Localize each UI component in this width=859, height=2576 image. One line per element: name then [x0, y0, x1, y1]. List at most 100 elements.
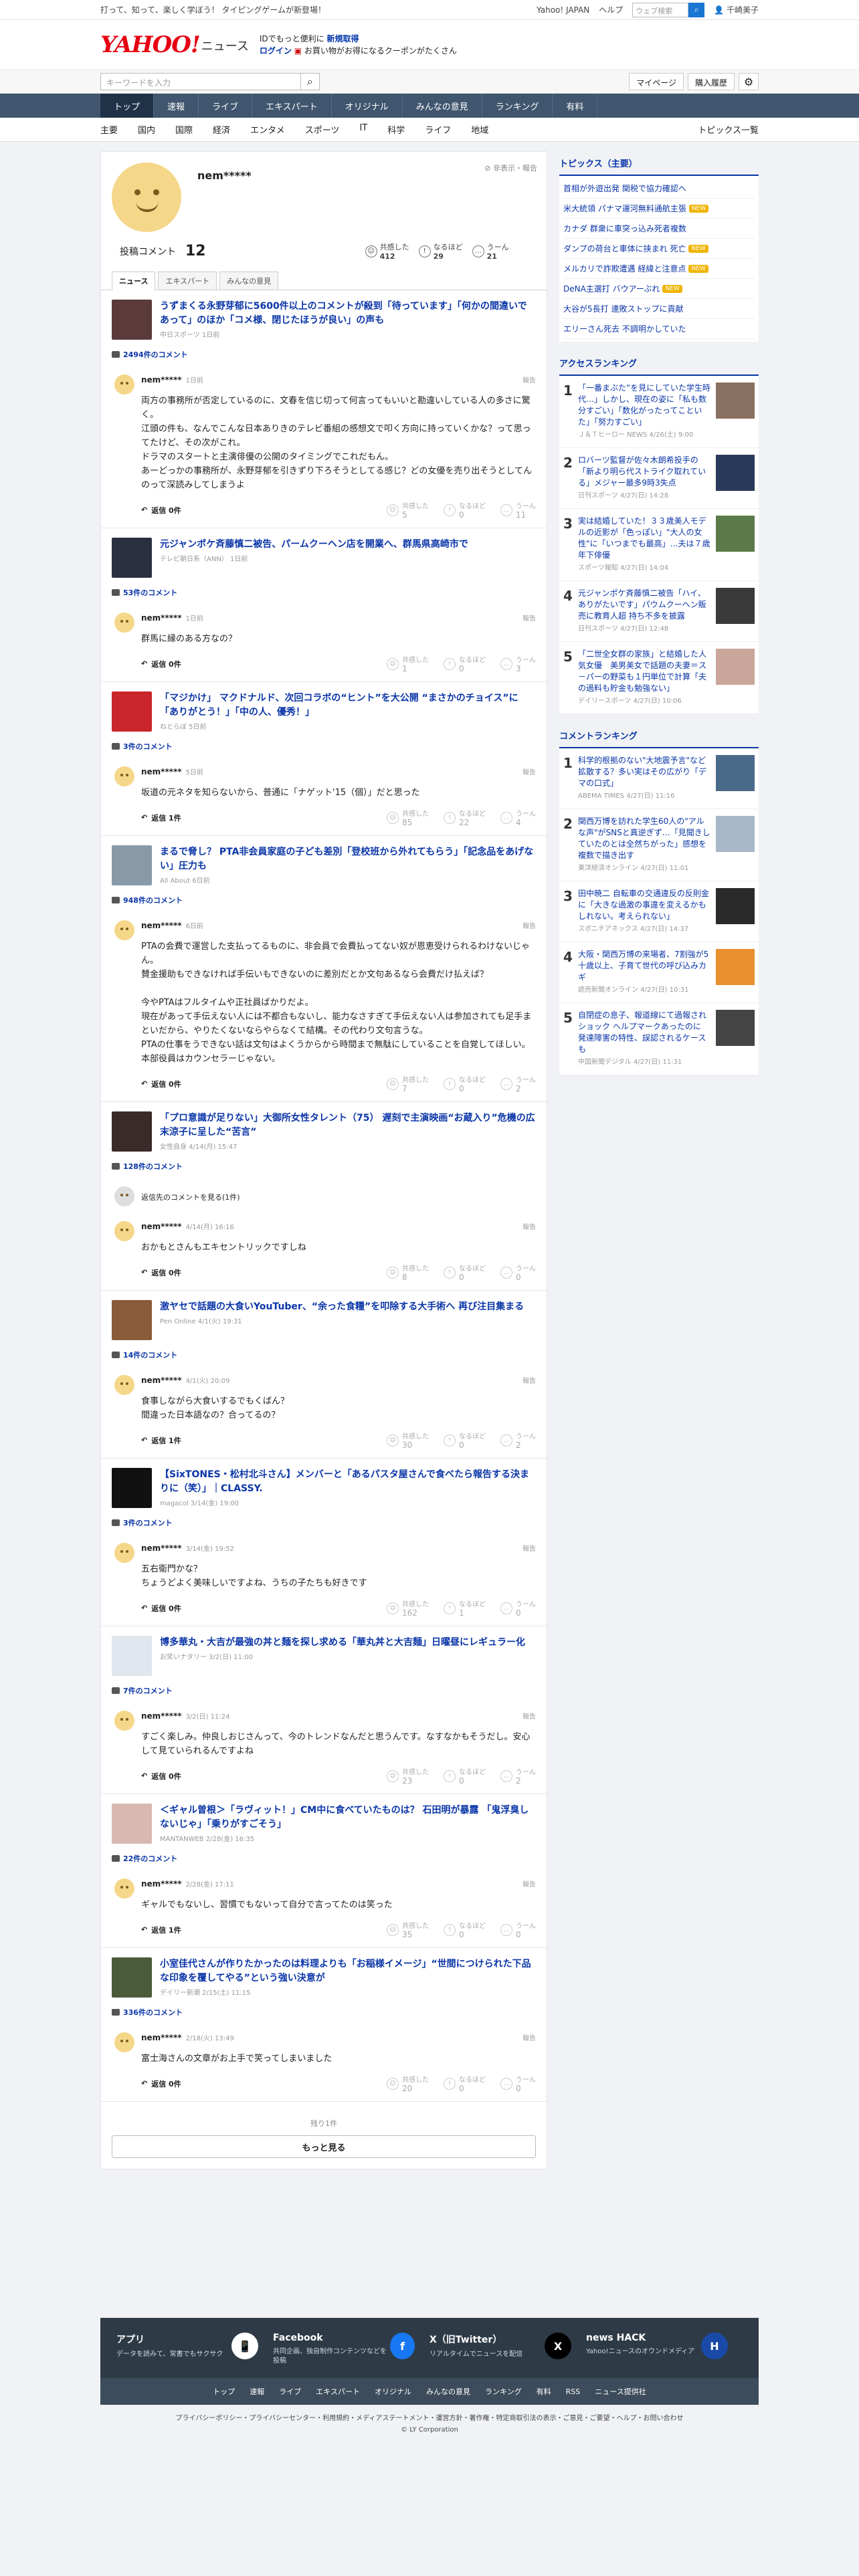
comment-user[interactable]: nem***** [141, 2033, 182, 2042]
empathy-button[interactable]: ☺ 共感した 30 [387, 1430, 429, 1450]
register-link[interactable]: 新規取得 [326, 34, 359, 43]
report-link[interactable]: 報告 [522, 1543, 536, 1553]
empathy-button[interactable]: ☺ 共感した 20 [387, 2074, 429, 2093]
comment-user[interactable]: nem***** [141, 375, 182, 385]
tab-expert[interactable]: エキスパート [158, 272, 217, 290]
footer-nav-item[interactable]: ニュース提供社 [595, 2386, 646, 2397]
cat-main[interactable]: 主要 [100, 123, 118, 136]
rank-title[interactable]: 「一番まぶた“を見にしていた学生時代…」しかし、現在の姿に「私も数分すごい」「数… [578, 383, 710, 428]
article-title[interactable]: 小室佳代さんが作りたかったのは料理よりも「お稲様イメージ」“世間につけられた下品… [160, 1957, 536, 1985]
rank-title[interactable]: 大阪・関西万博の来場者、7割強が5十歳以上、子育て世代の呼び込みカギ [578, 949, 710, 983]
tab-opinion[interactable]: みんなの意見 [219, 272, 279, 290]
article-link[interactable]: 小室佳代さんが作りたかったのは料理よりも「お稲様イメージ」“世間につけられた下品… [112, 1957, 536, 1998]
reply-button[interactable]: ↶ 返信 1件 [141, 813, 181, 823]
cat-life[interactable]: ライフ [425, 123, 451, 136]
topic-item[interactable]: メルカリで詐欺遭遇 経緯と注意点 NEW [563, 259, 755, 279]
article-thumbnail[interactable] [112, 538, 152, 578]
article-thumbnail[interactable] [112, 1111, 152, 1152]
naruhodo-button[interactable]: ! なるほど 0 [444, 2074, 486, 2093]
empathy-button[interactable]: ☺ 共感した 162 [387, 1598, 429, 1618]
empathy-button[interactable]: ☺ 共感した 5 [387, 500, 429, 520]
topic-title[interactable]: 米大統領 パナマ運河無料通航主張 [563, 203, 686, 214]
naruhodo-button[interactable]: ! なるほど 0 [444, 654, 486, 673]
article-thumbnail[interactable] [112, 1636, 152, 1676]
article-thumbnail[interactable] [112, 1957, 152, 1998]
article-title[interactable]: 博多華丸・大吉が最強の丼と麺を探し求める「華丸丼と大吉麺」日曜昼にレギュラー化 [160, 1636, 525, 1650]
report-link[interactable]: 報告 [522, 613, 536, 623]
umm-button[interactable]: … うーん 4 [500, 808, 536, 827]
comment-user[interactable]: nem***** [141, 1543, 182, 1553]
rank-thumbnail[interactable] [716, 383, 755, 419]
naruhodo-button[interactable]: ! なるほど 0 [444, 1263, 486, 1282]
footer-newshack[interactable]: news HACK Yahoo!ニュースのオウンドメディア H [586, 2333, 743, 2366]
rank-thumbnail[interactable] [716, 816, 755, 852]
article-title[interactable]: ＜ギャル曽根＞「ラヴィット！」CM中に食べていたものは？ 石田明が暴露 「鬼浮臭… [160, 1804, 536, 1832]
article-link[interactable]: 博多華丸・大吉が最強の丼と麺を探し求める「華丸丼と大吉麺」日曜昼にレギュラー化お… [112, 1636, 536, 1676]
cat-it[interactable]: IT [359, 123, 367, 136]
topic-title[interactable]: ダンプの荷台と車体に挟まれ 死亡 [563, 243, 686, 254]
rank-title[interactable]: ロバーツ監督が佐々木朗希投手の「新より明ら代ストライク取れている」メジャー最多9… [578, 455, 710, 489]
empathy-button[interactable]: ☺ 共感した 35 [387, 1920, 429, 1939]
topic-item[interactable]: 米大統領 パナマ運河無料通航主張 NEW [563, 199, 755, 219]
rank-title[interactable]: 実は結婚していた！３３歳美人モデルの近影が「色っぽい」"大人の女性"に「いつまで… [578, 516, 710, 561]
search-icon[interactable]: ⌕ [301, 73, 320, 90]
footer-nav-item[interactable]: RSS [566, 2387, 581, 2396]
empathy-button[interactable]: ☺ 共感した 23 [387, 1766, 429, 1786]
footer-nav-item[interactable]: 有料 [537, 2386, 551, 2397]
footer-nav-item[interactable]: トップ [213, 2386, 235, 2397]
umm-button[interactable]: … うーん 0 [500, 1920, 536, 1939]
topic-title[interactable]: カナダ 群衆に車突っ込み死者複数 [563, 223, 686, 234]
article-title[interactable]: 激ヤセで話題の大食いYouTuber、“余った食糧”を叩除する大手術へ 再び注目… [160, 1300, 524, 1314]
rank-thumbnail[interactable] [716, 588, 755, 624]
footer-nav-item[interactable]: みんなの意見 [426, 2386, 470, 2397]
rank-thumbnail[interactable] [716, 455, 755, 491]
reply-button[interactable]: ↶ 返信 0件 [141, 505, 181, 516]
comment-count-link[interactable]: 128件のコメント [112, 1161, 536, 1172]
login-link[interactable]: ログイン [260, 46, 292, 56]
reply-button[interactable]: ↶ 返信 0件 [141, 1267, 181, 1278]
empathy-button[interactable]: ☺ 共感した 8 [387, 1263, 429, 1282]
report-link[interactable]: 報告 [522, 1711, 536, 1721]
comment-user[interactable]: nem***** [141, 1711, 182, 1721]
gnav-original[interactable]: オリジナル [332, 94, 403, 118]
comment-ranking-item[interactable]: 4 大阪・関西万博の来場者、7割強が5十歳以上、子育て世代の呼び込みカギ 読売新聞オ… [559, 942, 759, 1003]
comment-ranking-item[interactable]: 1 科学的根拠のない"大地震予言"など拡散する？多い実はその広がり「デマの口式」 A… [559, 748, 759, 809]
mypage-button[interactable]: マイページ [629, 73, 684, 90]
gnav-top[interactable]: トップ [100, 94, 155, 118]
comment-count-link[interactable]: 22件のコメント [112, 1853, 536, 1864]
umm-button[interactable]: … うーん 3 [500, 654, 536, 673]
comment-ranking-item[interactable]: 3 田中暁二 自転車の交通違反の反則金に「大きな過激の事違を変えるかもしれない。考… [559, 881, 759, 942]
comment-count-link[interactable]: 14件のコメント [112, 1350, 536, 1360]
naruhodo-button[interactable]: ! なるほど 0 [444, 1430, 486, 1450]
access-ranking-item[interactable]: 1 「一番まぶた“を見にしていた学生時代…」しかし、現在の姿に「私も数分すごい」「… [559, 376, 759, 448]
article-title[interactable]: まるで脅し？ PTA非会員家庭の子ども差別「登校班から外れてもらう」「記念品をあ… [160, 845, 536, 873]
comment-count-link[interactable]: 948件のコメント [112, 895, 536, 905]
comment-user[interactable]: nem***** [141, 921, 182, 930]
footer-nav-item[interactable]: エキスパート [316, 2386, 360, 2397]
footer-facebook[interactable]: Facebook 共同企画、独自制作コンテンツなどを投稿 f [273, 2333, 430, 2366]
help-link[interactable]: ヘルプ [599, 4, 623, 15]
gnav-expert[interactable]: エキスパート [252, 94, 332, 118]
report-link[interactable]: 報告 [522, 920, 536, 930]
naruhodo-button[interactable]: ! なるほど 0 [444, 500, 486, 520]
legal-links[interactable]: プライバシーポリシー・プライバシーセンター・利用規約・メディアステートメント・運… [0, 2413, 859, 2424]
cat-world[interactable]: 国際 [175, 123, 193, 136]
empathy-button[interactable]: ☺ 共感した 85 [387, 808, 429, 827]
comment-count-link[interactable]: 2494件のコメント [112, 349, 536, 360]
empathy-button[interactable]: ☺ 共感した 7 [387, 1074, 429, 1093]
article-thumbnail[interactable] [112, 300, 152, 340]
rank-thumbnail[interactable] [716, 649, 755, 685]
gnav-opinion[interactable]: みんなの意見 [403, 94, 482, 118]
report-link[interactable]: 報告 [522, 1375, 536, 1385]
yahoo-japan-link[interactable]: Yahoo! JAPAN [537, 5, 589, 15]
rank-thumbnail[interactable] [716, 755, 755, 791]
article-thumbnail[interactable] [112, 1300, 152, 1340]
reply-preview[interactable]: 返信先のコメントを見る(1件) [112, 1186, 536, 1206]
umm-button[interactable]: … うーん 0 [500, 1598, 536, 1618]
report-link[interactable]: 報告 [522, 374, 536, 385]
naruhodo-button[interactable]: ! なるほど 0 [444, 1766, 486, 1786]
cat-domestic[interactable]: 国内 [138, 123, 155, 136]
article-link[interactable]: ＜ギャル曽根＞「ラヴィット！」CM中に食べていたものは？ 石田明が暴露 「鬼浮臭… [112, 1804, 536, 1844]
purchase-history-button[interactable]: 購入履歴 [687, 73, 735, 90]
article-thumbnail[interactable] [112, 691, 152, 732]
